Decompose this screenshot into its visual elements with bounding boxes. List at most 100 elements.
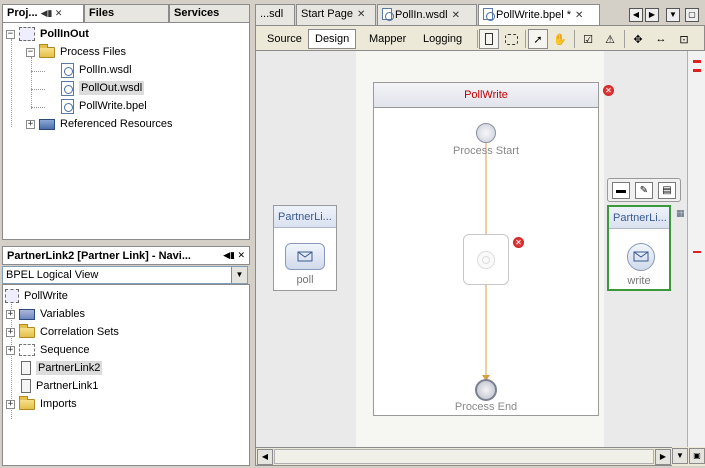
tab-files[interactable]: Files bbox=[84, 4, 169, 23]
scroll-right-arrow-icon[interactable]: ▶ bbox=[655, 449, 671, 465]
envelope-icon bbox=[627, 243, 655, 271]
partner-link-icon bbox=[21, 379, 31, 393]
process-start-label: Process Start bbox=[452, 145, 520, 157]
project-root-label: PollInOut bbox=[40, 28, 89, 40]
horizontal-scrollbar[interactable]: ◀ ▶ bbox=[255, 447, 687, 466]
tree-item-pollin-wsdl[interactable]: PollIn.wsdl bbox=[61, 61, 132, 79]
tab-pollwrite-bpel[interactable]: PollWrite.bpel * ✕ bbox=[478, 4, 600, 25]
process-end-label: Process End bbox=[454, 401, 518, 413]
error-icon[interactable]: ✕ bbox=[513, 237, 524, 248]
scroll-right-icon[interactable]: ▶ bbox=[645, 8, 659, 22]
scroll-left-arrow-icon[interactable]: ◀ bbox=[257, 449, 273, 465]
tab-start-page[interactable]: Start Page ✕ bbox=[296, 4, 376, 25]
tree-item-project-root[interactable]: − PollInOut bbox=[6, 25, 89, 43]
hand-pan-icon[interactable]: ✋ bbox=[550, 29, 570, 49]
error-marker[interactable] bbox=[693, 60, 701, 63]
project-icon bbox=[19, 27, 35, 41]
nav-item-variables[interactable]: + Variables bbox=[6, 305, 85, 323]
vertical-error-stripe[interactable] bbox=[687, 51, 705, 447]
scroll-thumb[interactable] bbox=[274, 449, 654, 464]
nav-item-label: Sequence bbox=[40, 344, 90, 356]
error-marker[interactable] bbox=[693, 251, 701, 253]
wsdl-file-icon bbox=[382, 8, 394, 21]
bpel-file-icon bbox=[61, 98, 74, 114]
scroll-down-arrow-icon[interactable]: ▼ bbox=[672, 448, 688, 464]
collapse-icon[interactable]: − bbox=[6, 29, 15, 39]
document-list-icon[interactable]: ▼ bbox=[666, 8, 680, 22]
view-mapper-button[interactable]: Mapper bbox=[362, 29, 413, 49]
view-logging-button[interactable]: Logging bbox=[416, 29, 469, 49]
tree-item-pollwrite-bpel[interactable]: PollWrite.bpel bbox=[61, 97, 147, 115]
tab-pollin-wsdl[interactable]: PollIn.wsdl ✕ bbox=[377, 4, 477, 25]
empty-activity-placeholder[interactable] bbox=[463, 234, 509, 285]
tab-pin-close-icon[interactable]: ◀▮ ✕ bbox=[41, 8, 63, 18]
view-select-value: BPEL Logical View bbox=[6, 269, 99, 281]
tab-services[interactable]: Services bbox=[169, 4, 250, 23]
check-errors-icon[interactable]: ⚠ bbox=[600, 29, 620, 49]
variables-icon bbox=[19, 308, 35, 320]
tree-item-process-files[interactable]: − Process Files bbox=[26, 43, 126, 61]
maximize-icon[interactable]: ▢ bbox=[685, 8, 699, 22]
design-canvas[interactable]: PollWrite Process Start Process End ✕ ✕ … bbox=[255, 51, 687, 447]
project-tree: − PollInOut − Process Files PollIn.wsdl … bbox=[2, 22, 250, 240]
collapse-minus-icon[interactable]: ▬ bbox=[612, 182, 630, 199]
tab-projects[interactable]: Proj... ◀▮ ✕ bbox=[2, 4, 84, 23]
close-icon[interactable]: ✕ bbox=[357, 9, 365, 20]
close-icon[interactable]: ✕ bbox=[452, 10, 460, 21]
left-column: Proj... ◀▮ ✕ Files Services − PollInOut −… bbox=[0, 0, 252, 468]
resources-folder-icon bbox=[39, 118, 55, 130]
editor-tabs: ...sdl Start Page ✕ PollIn.wsdl ✕ PollWrit… bbox=[255, 4, 705, 25]
close-icon[interactable]: ✕ bbox=[575, 10, 583, 21]
nav-item-imports[interactable]: + Imports bbox=[6, 395, 77, 413]
process-files-label: Process Files bbox=[60, 46, 127, 58]
error-marker[interactable] bbox=[693, 69, 701, 72]
select-arrow-icon[interactable]: ➚ bbox=[528, 29, 548, 49]
tree-item-referenced-resources[interactable]: + Referenced Resources bbox=[26, 115, 173, 133]
expand-icon[interactable]: + bbox=[6, 399, 15, 409]
tree-item-pollout-wsdl[interactable]: PollOut.wsdl bbox=[61, 79, 145, 97]
collapse-icon[interactable]: − bbox=[26, 47, 35, 57]
process-container[interactable]: PollWrite Process Start Process End bbox=[373, 82, 599, 416]
palette-toggle-icon[interactable] bbox=[479, 29, 499, 49]
scroll-corner: ▼ ▣ bbox=[672, 447, 705, 466]
validate-icon[interactable]: ☑ bbox=[578, 29, 598, 49]
book-icon[interactable]: ▦ bbox=[676, 208, 685, 219]
file-label: PollWrite.bpel bbox=[79, 100, 147, 112]
view-source-button[interactable]: Source bbox=[260, 29, 309, 49]
partner-link-poll[interactable]: PartnerLi... poll bbox=[273, 205, 337, 291]
actual-size-icon[interactable]: ⊡ bbox=[674, 29, 694, 49]
nav-item-partnerlink1[interactable]: PartnerLink1 bbox=[21, 377, 98, 395]
nav-item-root[interactable]: PollWrite bbox=[5, 287, 68, 305]
nav-item-sequence[interactable]: + Sequence bbox=[6, 341, 90, 359]
dashed-box-icon[interactable] bbox=[501, 29, 521, 49]
nav-item-correlation-sets[interactable]: + Correlation Sets bbox=[6, 323, 119, 341]
edit-pencil-icon[interactable]: ✎ bbox=[635, 182, 653, 199]
folder-icon bbox=[19, 323, 35, 338]
navigator-view-select[interactable]: BPEL Logical View ▼ bbox=[2, 266, 248, 284]
scroll-left-icon[interactable]: ◀ bbox=[629, 8, 643, 22]
partner-link-title: PartnerLi... bbox=[274, 206, 336, 228]
partner-link-label: poll bbox=[296, 274, 314, 286]
tab-label: Start Page bbox=[301, 8, 353, 20]
overview-icon[interactable]: ▣ bbox=[689, 448, 705, 464]
tab-files-label: Files bbox=[89, 7, 115, 19]
error-icon[interactable]: ✕ bbox=[603, 85, 614, 96]
partner-link-write[interactable]: PartnerLi... write bbox=[607, 205, 671, 291]
navigator-pin-close-icon[interactable]: ◀▮ ✕ bbox=[223, 250, 245, 261]
expand-icon[interactable]: + bbox=[6, 309, 15, 319]
view-design-button[interactable]: Design bbox=[308, 29, 357, 49]
chevron-down-icon[interactable]: ▼ bbox=[231, 267, 247, 283]
fit-width-icon[interactable]: ↔ bbox=[651, 29, 671, 49]
process-end-node[interactable] bbox=[475, 379, 497, 401]
expand-icon[interactable]: + bbox=[6, 345, 15, 355]
expand-icon[interactable]: + bbox=[6, 327, 15, 337]
tab-sdl[interactable]: ...sdl bbox=[255, 4, 295, 25]
nav-item-label: Variables bbox=[40, 308, 86, 320]
process-start-node[interactable] bbox=[476, 123, 496, 143]
properties-icon[interactable]: ▤ bbox=[658, 182, 676, 199]
partner-link-label: write bbox=[627, 275, 651, 287]
nav-item-partnerlink2[interactable]: PartnerLink2 bbox=[21, 359, 103, 377]
nav-item-label: Imports bbox=[40, 398, 77, 410]
fit-diagram-icon[interactable]: ✥ bbox=[628, 29, 648, 49]
expand-icon[interactable]: + bbox=[26, 119, 35, 129]
